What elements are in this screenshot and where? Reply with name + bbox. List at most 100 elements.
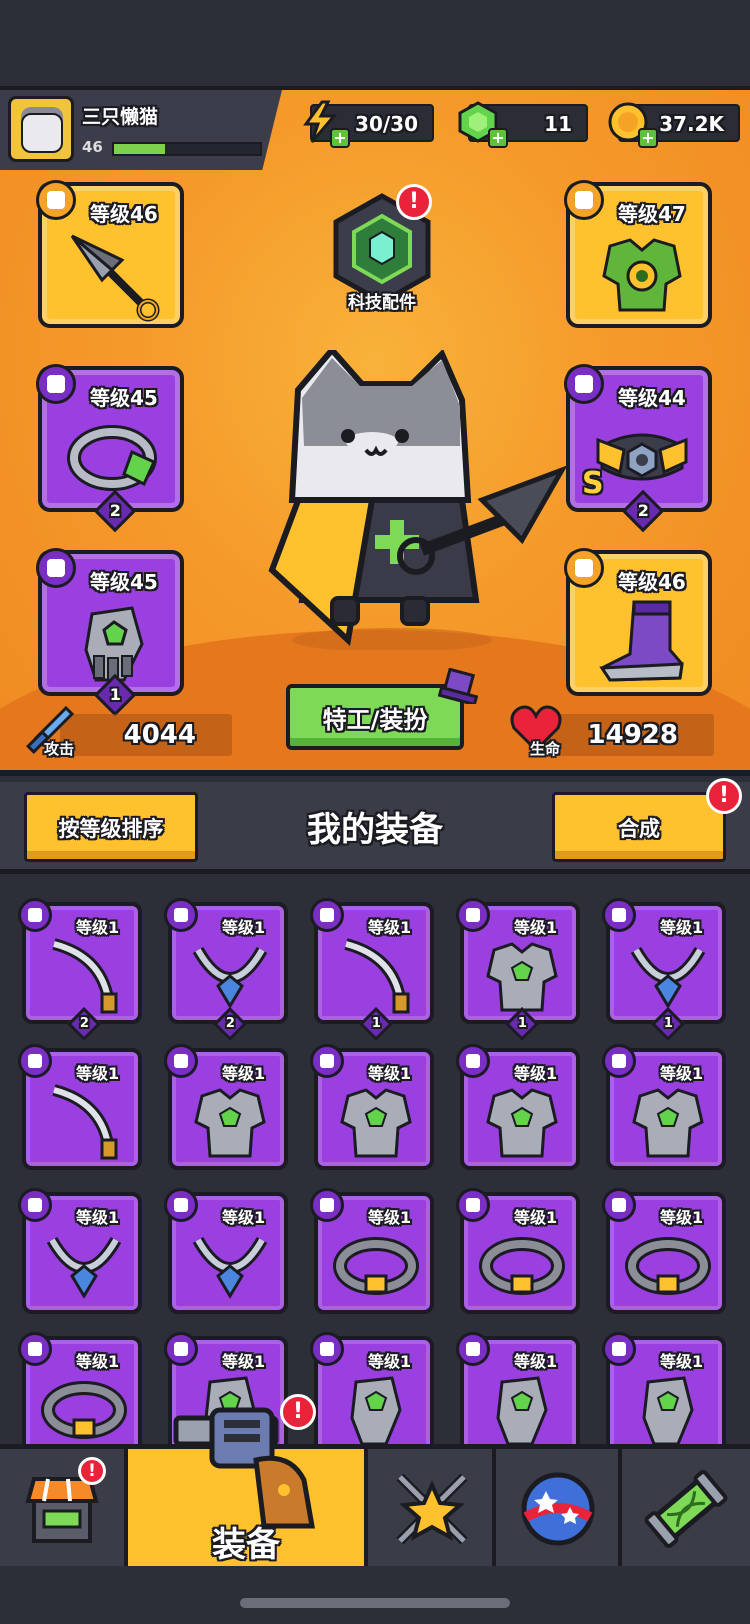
status-bar-area bbox=[0, 0, 750, 86]
home-indicator bbox=[240, 1598, 510, 1608]
weapon-item-icon bbox=[344, 938, 410, 1014]
hp-value: 14928 bbox=[587, 720, 678, 750]
merge-alert-badge: ! bbox=[706, 778, 742, 814]
gems-value: 11 bbox=[544, 112, 572, 136]
inventory-item[interactable]: 等级1 1 bbox=[456, 898, 580, 1041]
inventory-item-level: 等级1 bbox=[222, 1352, 266, 1371]
necklace-type-icon bbox=[602, 898, 636, 932]
inventory-item-level: 等级1 bbox=[76, 1064, 120, 1083]
energy-counter[interactable]: + 30/30 bbox=[303, 100, 434, 148]
inventory-item[interactable]: 等级1 bbox=[602, 1188, 726, 1314]
belt-item-icon bbox=[41, 1381, 127, 1439]
belt-item-icon bbox=[625, 1237, 711, 1295]
inventory-item[interactable]: 等级1 bbox=[310, 1188, 434, 1314]
slot-boots[interactable]: 等级46 bbox=[564, 548, 712, 696]
inventory-item-level: 等级1 bbox=[514, 1208, 558, 1227]
xp-bar bbox=[112, 142, 262, 156]
inventory-title: 我的装备 bbox=[307, 810, 443, 850]
inventory-item[interactable]: 等级1 bbox=[602, 1044, 726, 1170]
add-coins-icon[interactable]: + bbox=[638, 128, 658, 148]
gloves-item-icon bbox=[642, 1376, 694, 1444]
hp-label: 生命 bbox=[530, 740, 561, 758]
inventory-item-level: 等级1 bbox=[368, 918, 412, 937]
inventory-item-level: 等级1 bbox=[222, 1064, 266, 1083]
nav-tab-pets[interactable] bbox=[496, 1449, 622, 1566]
armor-item-icon bbox=[340, 1088, 412, 1158]
boot-icon bbox=[599, 600, 684, 682]
armor-type-icon bbox=[564, 180, 604, 220]
slot-belt[interactable]: 等级44 S 2 bbox=[564, 364, 712, 533]
inventory-item-level: 等级1 bbox=[76, 918, 120, 937]
necklace-type-icon bbox=[18, 1188, 52, 1222]
inventory-item[interactable]: 等级1 bbox=[164, 1044, 288, 1170]
nav-tab-shop[interactable]: ! bbox=[0, 1449, 128, 1566]
slot-gloves[interactable]: 等级45 1 bbox=[36, 548, 184, 717]
star-ball-icon bbox=[521, 1472, 595, 1546]
weapon-type-icon bbox=[18, 898, 52, 932]
inventory-item[interactable]: 等级1 bbox=[456, 1188, 580, 1314]
slot-weapon[interactable]: 等级46 bbox=[36, 180, 184, 328]
bottom-nav: ! 装备 bbox=[0, 1444, 750, 1566]
inventory-item-level: 等级1 bbox=[222, 918, 266, 937]
inventory-item[interactable]: 等级1 2 bbox=[18, 898, 142, 1041]
slot-belt-level: 等级44 bbox=[618, 386, 686, 410]
belt-item-icon bbox=[333, 1237, 419, 1295]
armor-type-icon bbox=[310, 1044, 344, 1078]
inventory-item[interactable]: 等级1 bbox=[164, 1188, 288, 1314]
lightning-icon: + bbox=[298, 100, 350, 148]
belt-type-icon bbox=[310, 1188, 344, 1222]
inventory-item[interactable]: 等级1 bbox=[310, 1332, 434, 1444]
attack-label: 攻击 bbox=[44, 740, 75, 758]
inventory-item[interactable]: 等级1 bbox=[18, 1188, 142, 1314]
gloves-type-icon bbox=[602, 1332, 636, 1366]
necklace-item-icon bbox=[192, 946, 268, 1009]
tech-component-label: 科技配件 bbox=[348, 293, 416, 313]
gloves-item-icon bbox=[496, 1376, 548, 1444]
shop-alert-badge: ! bbox=[78, 1457, 106, 1485]
inventory-item[interactable]: 等级1 bbox=[310, 1044, 434, 1170]
merge-button[interactable]: 合成 bbox=[552, 792, 726, 862]
inventory-item-level: 等级1 bbox=[514, 1352, 558, 1371]
inventory-item[interactable]: 等级1 2 bbox=[164, 898, 288, 1041]
belt-type-icon bbox=[602, 1188, 636, 1222]
weapon-item-icon bbox=[52, 1084, 118, 1160]
inventory-item[interactable]: 等级1 1 bbox=[602, 898, 726, 1041]
necklace-type-icon bbox=[36, 364, 76, 404]
necklace-type-icon bbox=[164, 898, 198, 932]
slot-necklace[interactable]: 等级45 2 bbox=[36, 364, 184, 533]
inventory-item-level: 等级1 bbox=[660, 918, 704, 937]
inventory-item[interactable]: 等级1 1 bbox=[310, 898, 434, 1041]
gems-counter[interactable]: + 11 bbox=[458, 101, 588, 148]
sort-by-level-button[interactable]: 按等级排序 bbox=[24, 792, 198, 862]
inventory-item-level: 等级1 bbox=[76, 1352, 120, 1371]
inventory-item[interactable]: 等级1 bbox=[18, 1332, 142, 1444]
add-gems-icon[interactable]: + bbox=[488, 128, 508, 148]
inventory-item-level: 等级1 bbox=[368, 1208, 412, 1227]
avatar-cat-face bbox=[21, 113, 63, 153]
slot-armor[interactable]: 等级47 bbox=[564, 180, 712, 328]
nav-tab-research[interactable] bbox=[622, 1449, 750, 1566]
inventory-item[interactable]: 等级1 bbox=[456, 1044, 580, 1170]
inventory-item-level: 等级1 bbox=[660, 1352, 704, 1371]
add-energy-icon[interactable]: + bbox=[330, 128, 350, 148]
gloves-type-icon bbox=[310, 1332, 344, 1366]
inventory-header: 按等级排序 我的装备 合成 ! bbox=[0, 778, 750, 874]
armor-item-icon bbox=[194, 1088, 266, 1158]
avatar[interactable] bbox=[8, 96, 74, 162]
gloves-type-icon bbox=[164, 1332, 198, 1366]
player-name: 三只懒猫 bbox=[82, 106, 159, 128]
equipment-alert-badge: ! bbox=[280, 1394, 316, 1430]
inventory-item[interactable]: 等级1 bbox=[18, 1044, 142, 1170]
inventory-item[interactable]: 等级1 bbox=[602, 1332, 726, 1444]
slot-armor-level: 等级47 bbox=[618, 202, 686, 226]
weapon-item-icon bbox=[52, 938, 118, 1014]
inventory-item-level: 等级1 bbox=[660, 1064, 704, 1083]
inventory-item[interactable]: 等级1 bbox=[456, 1332, 580, 1444]
weapon-type-icon bbox=[36, 180, 76, 220]
kunai-icon bbox=[70, 234, 160, 322]
attack-value: 4044 bbox=[123, 720, 196, 750]
attack-stat: 4044 bbox=[60, 714, 232, 756]
nav-tab-skills[interactable] bbox=[368, 1449, 496, 1566]
cat-hero bbox=[268, 350, 568, 650]
coins-counter[interactable]: + 37.2K bbox=[608, 102, 740, 148]
